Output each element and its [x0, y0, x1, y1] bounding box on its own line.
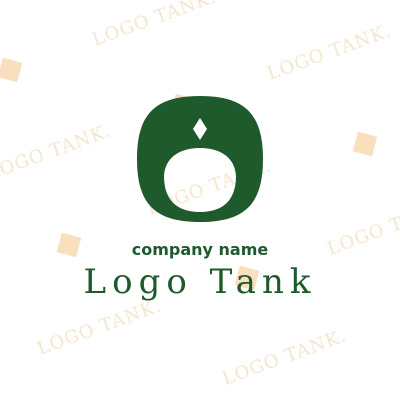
watermark-text: LOGO TANK.: [90, 0, 220, 51]
watermark-square: [0, 57, 23, 83]
company-name: company name: [131, 240, 269, 259]
watermark-text: LOGO TANK.: [35, 295, 165, 359]
watermark-text: LOGO TANK.: [265, 20, 395, 84]
brand-name: Logo Tank: [83, 262, 317, 302]
watermark-text: LOGO TANK.: [220, 325, 350, 389]
watermark-square: [352, 131, 378, 157]
logo-mark-icon: [137, 96, 263, 222]
logo-mark-shape: [137, 96, 263, 222]
watermark-text: LOGO TANK.: [0, 120, 114, 184]
